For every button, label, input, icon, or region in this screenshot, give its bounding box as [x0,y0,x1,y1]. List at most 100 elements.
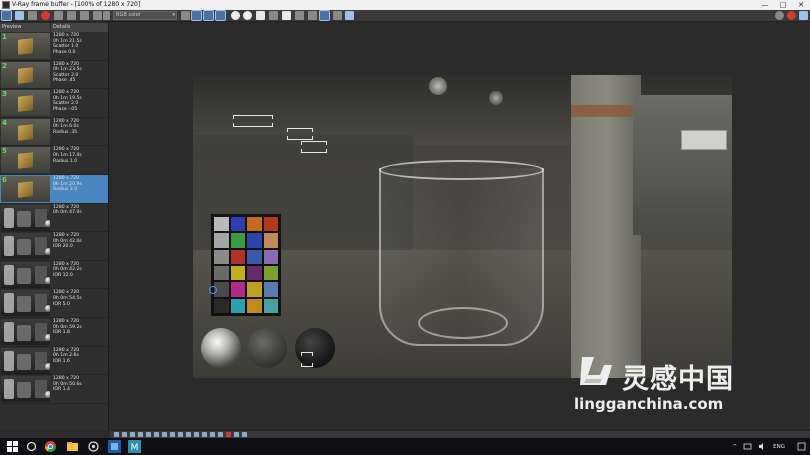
render-icon[interactable] [345,11,354,20]
white-balance-icon[interactable] [138,432,143,437]
3dsmax-icon[interactable] [108,440,121,453]
color-checker-swatch [247,282,262,297]
minimize-button[interactable]: — [756,0,774,10]
history-item-number: 1 [2,33,7,41]
history-item[interactable]: 1280 x 720 0h 0m 54.5s IOR 5.0 [0,289,108,318]
save-image-icon[interactable] [256,11,265,20]
vray-icon[interactable]: M [128,440,141,453]
history-item[interactable]: 1280 x 720 0h 0m 47.0s [0,204,108,233]
color-checker-swatch [214,265,229,281]
windows-start-icon[interactable] [6,440,19,453]
file-explorer-icon[interactable] [66,440,79,453]
history-item-details: 1280 x 720 0h 1m 17.4s Radius 1.0 [53,147,82,164]
lens-effects-icon[interactable] [333,11,342,20]
scene-preview-shape [17,296,31,313]
history-item[interactable]: 1280 x 720 0h 0m 59.2s IOR 1.8 [0,318,108,347]
color-checker-swatch [247,249,262,264]
channel-select[interactable]: RGB color ▾ [113,11,177,20]
curves-icon[interactable] [162,432,167,437]
scene-preview-shape [17,239,31,256]
track-mouse-icon[interactable] [308,11,317,20]
pixel-info-icon[interactable] [218,432,223,437]
search-icon[interactable] [25,440,38,453]
history-item[interactable]: 4 1280 x 720 0h 1m 6.0s Radius .35 [0,118,108,147]
history-item[interactable]: 1 1280 x 720 0h 1m 21.5s Scatter 1.0 Phas… [0,32,108,61]
history-item-details: 1280 x 720 0h 1m 23.5s Scatter 2.0 Phase… [53,61,82,84]
close-button[interactable]: ✕ [792,0,810,10]
layers-icon[interactable] [122,432,127,437]
expand-icon[interactable] [114,432,119,437]
mono-icon[interactable] [243,11,252,20]
lut-icon[interactable] [170,432,175,437]
cube-preview [18,152,33,170]
alpha-channel-icon[interactable] [231,11,240,20]
hsl-icon[interactable] [146,432,151,437]
history-thumbnail: 2 [1,61,50,88]
ab-icon[interactable] [80,11,89,20]
settings-gear-icon[interactable] [87,440,100,453]
color-balance-icon[interactable] [154,432,159,437]
history-item[interactable]: 2 1280 x 720 0h 1m 23.5s Scatter 2.0 Phas… [0,61,108,90]
red-channel-icon[interactable] [191,10,202,21]
notifications-icon[interactable] [797,442,806,451]
history-item-details: 1280 x 720 0h 1m 2.6s IOR 1.6 [53,347,80,364]
history-item[interactable]: 1280 x 720 0h 1m 2.6s IOR 1.6 [0,347,108,376]
menu-icon[interactable] [103,11,110,20]
compare-mode-icon[interactable] [234,432,239,437]
options-icon[interactable] [93,11,102,20]
color-checker-swatch [247,233,262,248]
scene-preview-shape [17,267,31,284]
scene-preview-shape [45,391,50,399]
history-item-number: 6 [2,175,7,184]
history-thumbnail: 4 [1,118,50,145]
green-channel-icon[interactable] [203,10,214,21]
input-language[interactable]: ENG [773,444,785,450]
cube-preview [18,66,33,84]
volume-icon[interactable] [758,442,767,451]
settings-icon[interactable] [775,11,784,20]
toolbar: RGB color ▾ [0,10,810,22]
rendered-image[interactable] [193,75,732,378]
clear-icon[interactable] [282,11,291,20]
start-render-icon[interactable] [799,11,808,20]
history-item[interactable]: 1280 x 720 0h 0m 42.0s IOR 20.0 [0,232,108,261]
histogram-icon[interactable] [202,432,207,437]
history-list: 1 1280 x 720 0h 1m 21.5s Scatter 1.0 Phas… [0,32,108,404]
history-item[interactable]: 1280 x 720 0h 0m 42.2s IOR 12.0 [0,261,108,290]
history-item[interactable]: 3 1280 x 720 0h 1m 19.5s Scatter 2.0 Phas… [0,89,108,118]
history-item-details: 1280 x 720 0h 0m 42.0s IOR 20.0 [53,233,82,250]
history-item[interactable]: 5 1280 x 720 0h 1m 17.4s Radius 1.0 [0,146,108,175]
fit-icon[interactable] [242,432,247,437]
tray-caret-icon[interactable]: ^ [733,444,738,450]
duplicate-icon[interactable] [295,11,304,20]
column-preview-header[interactable]: Preview [0,23,51,32]
scene-preview-shape [45,362,50,370]
color-checker-swatch [214,298,229,313]
stats-icon[interactable] [186,432,191,437]
load-image-icon[interactable] [269,11,278,20]
link-icon[interactable] [181,11,190,20]
history-item[interactable]: 6 1280 x 720 0h 1m 20.9s Radius 2.0 [0,174,108,204]
network-icon[interactable] [743,442,752,451]
chrome-icon[interactable] [44,440,57,453]
remove-icon[interactable] [41,11,50,20]
maximize-button[interactable]: □ [774,0,792,10]
denoise-icon[interactable] [210,432,215,437]
ocio-icon[interactable] [178,432,183,437]
lens-icon[interactable] [194,432,199,437]
column-details-header[interactable]: Details [51,23,70,32]
blue-channel-icon[interactable] [215,10,226,21]
color-checker-swatch [263,282,278,297]
compare-icon[interactable] [67,11,76,20]
history-item[interactable]: 1280 x 720 0h 0m 50.6s IOR 1.4 [0,375,108,404]
save-all-icon[interactable] [28,11,37,20]
load-icon[interactable] [54,11,63,20]
save-icon[interactable] [15,11,24,20]
region-render-icon[interactable] [319,10,330,21]
history-icon[interactable] [1,10,12,21]
stop-render-icon[interactable] [787,11,796,20]
svg-text:M: M [131,443,139,453]
clamp-icon[interactable] [226,432,231,437]
exposure-icon[interactable] [130,432,135,437]
history-thumbnail: 6 [1,175,50,202]
